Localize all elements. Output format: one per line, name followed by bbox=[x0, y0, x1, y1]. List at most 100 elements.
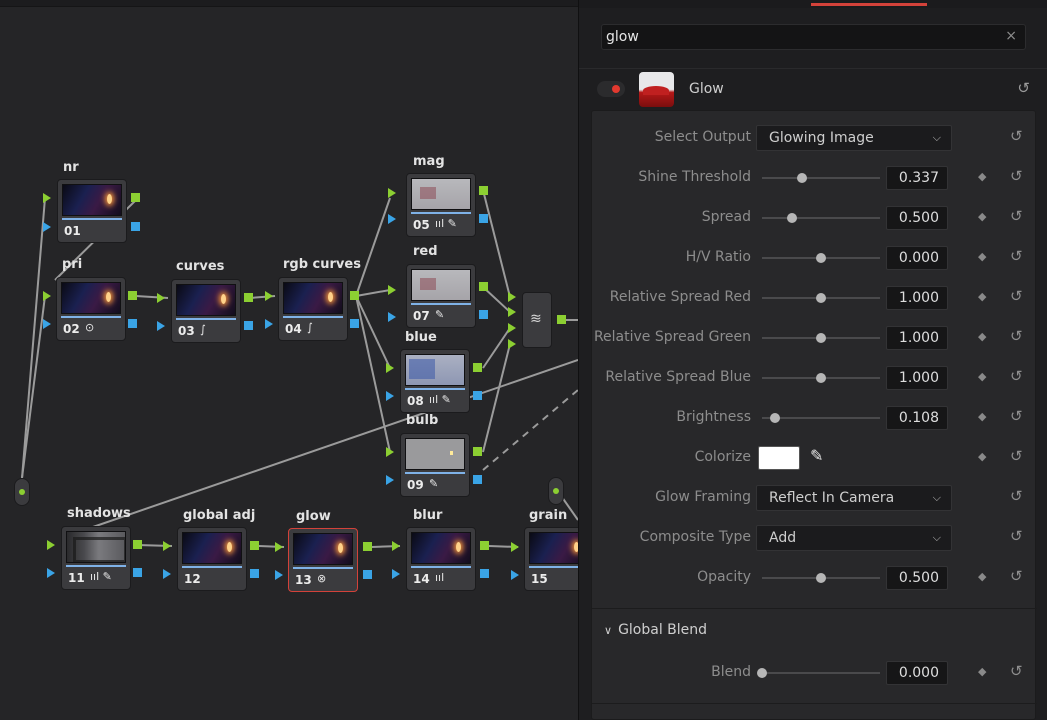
output-pill[interactable] bbox=[548, 477, 564, 505]
node-input-rgb[interactable] bbox=[47, 540, 55, 550]
node-output-key[interactable] bbox=[350, 319, 359, 328]
node-04[interactable]: 04 ∫ bbox=[278, 277, 348, 341]
node-09[interactable]: 09 ✎ bbox=[400, 433, 470, 497]
node-input-key[interactable] bbox=[275, 570, 283, 580]
global-blend-header[interactable]: ∨ Global Blend bbox=[604, 622, 707, 638]
input-pill[interactable] bbox=[14, 478, 30, 506]
node-input-rgb[interactable] bbox=[163, 541, 171, 551]
reset-icon[interactable]: ↺ bbox=[1010, 247, 1023, 265]
node-output-rgb[interactable] bbox=[244, 293, 253, 302]
node-input-rgb[interactable] bbox=[275, 542, 283, 552]
node-output-rgb[interactable] bbox=[131, 193, 140, 202]
keyframe-icon[interactable]: ◆ bbox=[978, 570, 986, 583]
reset-icon[interactable]: ↺ bbox=[1010, 447, 1023, 465]
mixer-input[interactable] bbox=[508, 292, 516, 302]
node-input-rgb[interactable] bbox=[43, 291, 51, 301]
node-output-rgb[interactable] bbox=[479, 282, 488, 291]
brightness-value[interactable]: 0.108 bbox=[886, 406, 948, 430]
node-13[interactable]: 13 ⊗ bbox=[288, 528, 358, 592]
keyframe-icon[interactable]: ◆ bbox=[978, 410, 986, 423]
mixer-input[interactable] bbox=[508, 307, 516, 317]
node-output-rgb[interactable] bbox=[350, 291, 359, 300]
glow-framing-dropdown[interactable]: Reflect In Camera ⌵ bbox=[756, 485, 952, 511]
node-output-rgb[interactable] bbox=[473, 363, 482, 372]
keyframe-icon[interactable]: ◆ bbox=[978, 170, 986, 183]
h-v-ratio-value[interactable]: 0.000 bbox=[886, 246, 948, 270]
shine-threshold-slider[interactable] bbox=[762, 177, 880, 179]
spread-value[interactable]: 0.500 bbox=[886, 206, 948, 230]
node-output-key[interactable] bbox=[473, 475, 482, 484]
keyframe-icon[interactable]: ◆ bbox=[978, 330, 986, 343]
opacity-slider-handle[interactable] bbox=[816, 573, 826, 583]
node-output-key[interactable] bbox=[133, 568, 142, 577]
node-15[interactable]: 15 bbox=[524, 527, 578, 591]
node-input-rgb[interactable] bbox=[511, 542, 519, 552]
node-editor[interactable]: nr 01 pri 02 ⊙ curves 03 ∫ rgb curves 04… bbox=[0, 0, 578, 720]
node-output-key[interactable] bbox=[480, 569, 489, 578]
node-input-rgb[interactable] bbox=[43, 193, 51, 203]
node-input-rgb[interactable] bbox=[265, 291, 273, 301]
mixer-output[interactable] bbox=[557, 315, 566, 324]
mixer-input[interactable] bbox=[508, 339, 516, 349]
node-output-key[interactable] bbox=[479, 214, 488, 223]
node-input-key[interactable] bbox=[392, 569, 400, 579]
node-14[interactable]: 14 ııl bbox=[406, 527, 476, 591]
brightness-slider-handle[interactable] bbox=[769, 413, 780, 423]
node-input-key[interactable] bbox=[43, 222, 51, 232]
node-output-rgb[interactable] bbox=[250, 541, 259, 550]
node-input-key[interactable] bbox=[386, 391, 394, 401]
node-input-rgb[interactable] bbox=[157, 293, 165, 303]
node-output-rgb[interactable] bbox=[480, 541, 489, 550]
keyframe-icon[interactable]: ◆ bbox=[978, 250, 986, 263]
opacity-value[interactable]: 0.500 bbox=[886, 566, 948, 590]
eyedropper-icon[interactable]: ✎ bbox=[810, 446, 823, 465]
keyframe-icon[interactable]: ◆ bbox=[978, 370, 986, 383]
blend-slider[interactable] bbox=[762, 672, 880, 674]
spread-slider[interactable] bbox=[762, 217, 880, 219]
node-input-rgb[interactable] bbox=[388, 188, 396, 198]
reset-icon[interactable]: ↺ bbox=[1010, 662, 1023, 680]
node-output-key[interactable] bbox=[128, 319, 137, 328]
reset-icon[interactable]: ↺ bbox=[1010, 127, 1023, 145]
reset-icon[interactable]: ↺ bbox=[1010, 407, 1023, 425]
node-08[interactable]: 08 ııl ✎ bbox=[400, 349, 470, 413]
keyframe-icon[interactable]: ◆ bbox=[978, 450, 986, 463]
node-07[interactable]: 07 ✎ bbox=[406, 264, 476, 328]
node-output-rgb[interactable] bbox=[473, 447, 482, 456]
keyframe-icon[interactable]: ◆ bbox=[978, 210, 986, 223]
blend-slider-handle[interactable] bbox=[757, 668, 767, 678]
node-input-rgb[interactable] bbox=[388, 285, 396, 295]
node-01[interactable]: 01 bbox=[57, 179, 127, 243]
mixer-input[interactable] bbox=[508, 323, 516, 333]
colorize-swatch[interactable] bbox=[758, 446, 800, 470]
node-output-key[interactable] bbox=[363, 570, 372, 579]
reset-icon[interactable]: ↺ bbox=[1010, 527, 1023, 545]
reset-icon[interactable]: ↺ bbox=[1010, 287, 1023, 305]
node-input-key[interactable] bbox=[388, 214, 396, 224]
node-output-key[interactable] bbox=[244, 321, 253, 330]
shine-threshold-slider-handle[interactable] bbox=[796, 173, 807, 183]
shine-threshold-value[interactable]: 0.337 bbox=[886, 166, 948, 190]
node-05[interactable]: 05 ııl ✎ bbox=[406, 173, 476, 237]
node-input-rgb[interactable] bbox=[392, 541, 400, 551]
node-output-key[interactable] bbox=[131, 222, 140, 231]
keyframe-icon[interactable]: ◆ bbox=[978, 290, 986, 303]
node-output-key[interactable] bbox=[479, 310, 488, 319]
node-input-key[interactable] bbox=[157, 321, 165, 331]
reset-icon[interactable]: ↺ bbox=[1010, 167, 1023, 185]
node-input-key[interactable] bbox=[47, 568, 55, 578]
node-output-rgb[interactable] bbox=[363, 542, 372, 551]
composite-type-dropdown[interactable]: Add ⌵ bbox=[756, 525, 952, 551]
reset-effect-icon[interactable]: ↺ bbox=[1017, 79, 1030, 97]
clear-search-icon[interactable]: × bbox=[1005, 28, 1017, 44]
reset-icon[interactable]: ↺ bbox=[1010, 487, 1023, 505]
node-input-key[interactable] bbox=[511, 570, 519, 580]
node-input-key[interactable] bbox=[265, 319, 273, 329]
blend-value[interactable]: 0.000 bbox=[886, 661, 948, 685]
node-input-key[interactable] bbox=[163, 569, 171, 579]
layer-mixer-node[interactable]: ≋ bbox=[522, 292, 552, 348]
node-12[interactable]: 12 bbox=[177, 527, 247, 591]
node-input-key[interactable] bbox=[388, 312, 396, 322]
select-output-dropdown[interactable]: Glowing Image ⌵ bbox=[756, 125, 952, 151]
relative-spread-green-value[interactable]: 1.000 bbox=[886, 326, 948, 350]
